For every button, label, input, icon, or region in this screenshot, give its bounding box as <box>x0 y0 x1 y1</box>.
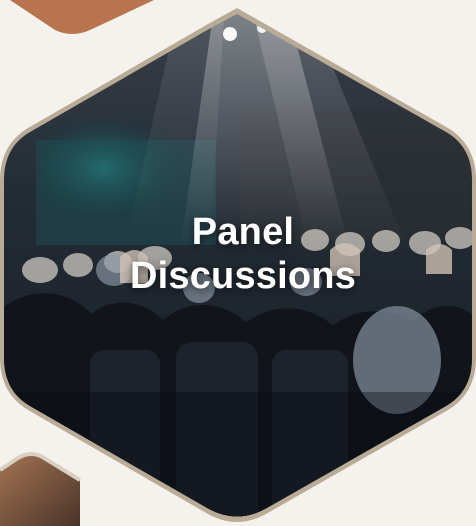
bottom-left-photo-fragment <box>0 454 80 526</box>
top-accent-shape <box>10 0 154 34</box>
panel-discussions-tile[interactable]: Panel Discussions <box>0 0 476 526</box>
audience-photo <box>4 14 472 517</box>
hexagon-photo-card <box>0 0 476 526</box>
